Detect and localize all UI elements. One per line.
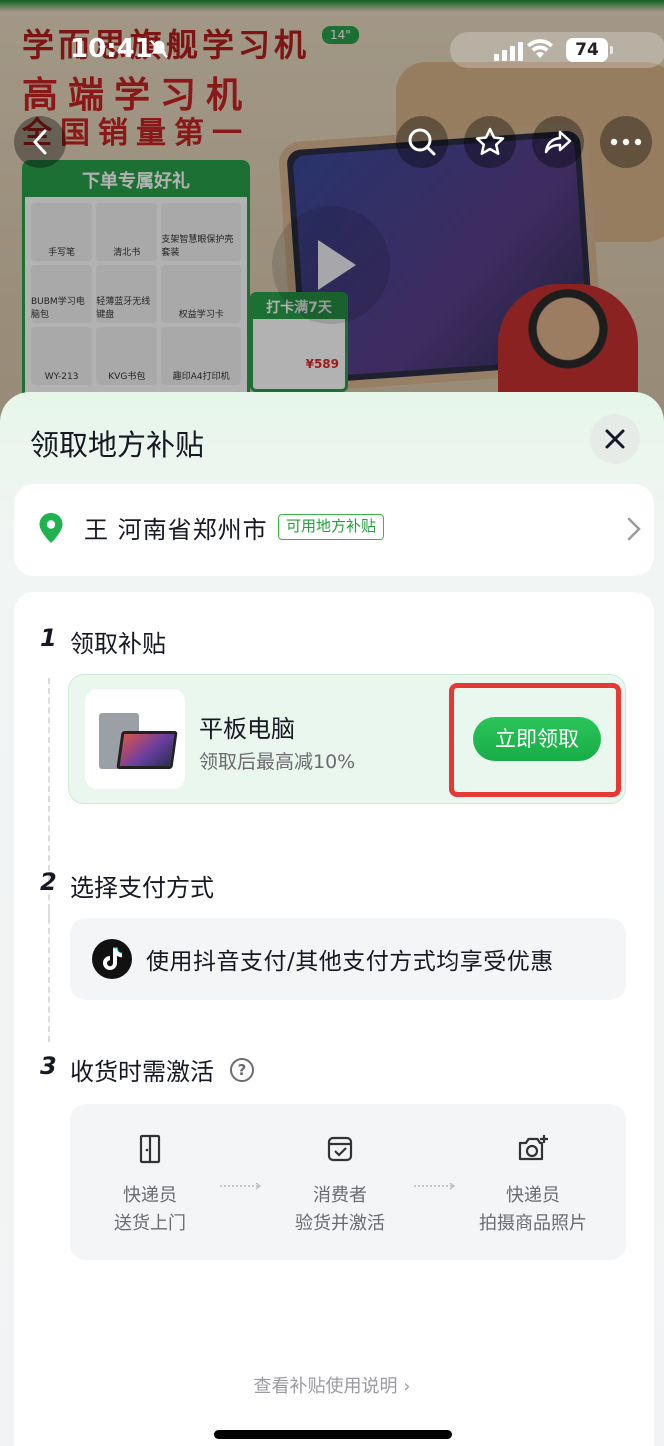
home-indicator[interactable] xyxy=(214,1430,452,1439)
flow-line-1: 消费者 xyxy=(313,1185,367,1206)
status-chip xyxy=(450,32,664,68)
flow-step: 消费者 验货并激活 xyxy=(255,1132,425,1238)
payment-text: 使用抖音支付/其他支付方式均享受优惠 xyxy=(146,949,554,975)
flow-step: 快递员 送货上门 xyxy=(65,1132,235,1238)
douyin-logo-icon xyxy=(92,939,132,979)
step-title: 选择支付方式 xyxy=(70,874,214,902)
step-number: 3 xyxy=(40,1052,57,1080)
step-title: 领取补贴 xyxy=(70,630,166,658)
flow-line-2: 验货并激活 xyxy=(295,1213,385,1234)
share-icon xyxy=(544,130,572,154)
wifi-icon xyxy=(527,39,553,58)
flow-line-1: 快递员 xyxy=(506,1185,560,1206)
status-time: 10:41 xyxy=(70,34,153,64)
box-check-icon xyxy=(327,1136,353,1162)
status-bar: 10:41 74 xyxy=(0,0,664,96)
sheet-title: 领取地方补贴 xyxy=(30,428,205,462)
door-icon xyxy=(139,1134,161,1164)
subsidy-sheet: 领取地方补贴 王 河南省郑州市 可用地方补贴 1 领取补贴 平板电脑 领取后最高… xyxy=(0,392,664,1446)
back-button[interactable] xyxy=(14,116,66,168)
flow-line-2: 送货上门 xyxy=(114,1213,186,1234)
flow-step: 快递员 拍摄商品照片 xyxy=(448,1132,618,1238)
cellular-signal-icon xyxy=(494,42,523,61)
location-pin-icon xyxy=(39,513,63,543)
claim-now-button[interactable]: 立即领取 xyxy=(473,717,601,761)
product-name: 平板电脑 xyxy=(199,715,295,743)
subsidy-usage-link[interactable]: 查看补贴使用说明 › xyxy=(0,1372,664,1398)
favorite-button[interactable] xyxy=(464,116,516,168)
step-number: 1 xyxy=(40,624,57,652)
flow-line-1: 快递员 xyxy=(123,1185,177,1206)
help-icon[interactable]: ? xyxy=(230,1058,254,1082)
product-discount-desc: 领取后最高减10% xyxy=(199,751,356,773)
address-row[interactable]: 王 河南省郑州市 可用地方补贴 xyxy=(14,484,654,576)
star-icon xyxy=(475,127,505,155)
chevron-left-icon xyxy=(32,129,47,155)
more-dots-icon xyxy=(610,138,642,146)
close-button[interactable] xyxy=(590,414,640,464)
camera-add-icon xyxy=(518,1135,548,1161)
step-number: 2 xyxy=(40,868,57,896)
activation-flow: 快递员 送货上门 消费者 验货并激活 快递员 拍摄商品照片 xyxy=(70,1104,626,1260)
close-icon xyxy=(605,429,625,449)
tablet-thumbnail xyxy=(85,689,185,789)
search-icon xyxy=(408,128,436,156)
subsidy-product-card: 平板电脑 领取后最高减10% 立即领取 xyxy=(68,674,626,804)
search-button[interactable] xyxy=(396,116,448,168)
chevron-right-icon xyxy=(627,517,641,541)
subsidy-available-tag: 可用地方补贴 xyxy=(278,514,385,540)
flow-line-2: 拍摄商品照片 xyxy=(479,1213,587,1234)
step-connector xyxy=(48,908,50,1042)
payment-method-card: 使用抖音支付/其他支付方式均享受优惠 xyxy=(70,918,626,1000)
address-text: 王 河南省郑州市 xyxy=(84,516,268,544)
bell-mute-icon xyxy=(150,40,168,58)
battery-indicator: 74 xyxy=(566,38,613,62)
more-button[interactable] xyxy=(600,116,652,168)
steps-card: 1 领取补贴 平板电脑 领取后最高减10% 立即领取 2 选择支付方式 使用抖音… xyxy=(14,592,654,1446)
step-title: 收货时需激活 xyxy=(70,1058,214,1086)
share-button[interactable] xyxy=(532,116,584,168)
